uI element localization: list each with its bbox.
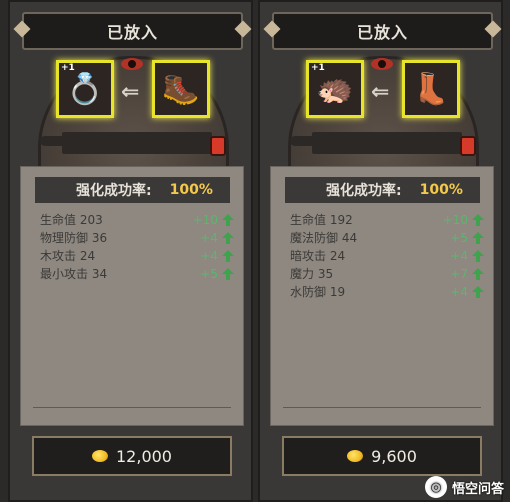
equipment-slot-main[interactable]: +1 🦔 xyxy=(306,60,364,118)
stat-name: 生命值 192 xyxy=(290,213,353,227)
stat-row: 物理防御 36 +4 xyxy=(40,229,236,247)
enhance-cost-button[interactable]: 12,000 xyxy=(32,436,232,476)
stat-bonus: +10 xyxy=(442,213,468,227)
forge-panel-right: 已放入 ⇐ +1 🦔 👢 强化成功率: 100% 生命值 192 +10 魔法防… xyxy=(258,0,503,502)
gauntlet-icon: 🥾 xyxy=(162,71,200,107)
arrow-left-icon: ⇐ xyxy=(121,80,140,105)
up-arrow-icon xyxy=(472,286,484,298)
title-ornament-left xyxy=(13,20,31,38)
divider xyxy=(283,407,481,408)
watermark: ◎ 悟空问答 xyxy=(424,476,504,498)
stat-row: 水防御 19 +4 xyxy=(290,283,486,301)
gold-coin-icon xyxy=(92,450,108,462)
anvil-icon xyxy=(290,132,462,154)
spiked-helmet-icon: 🦔 xyxy=(316,71,354,107)
title-ornament-right xyxy=(234,20,252,38)
stat-name: 水防御 19 xyxy=(290,285,346,299)
success-rate-value: 100% xyxy=(419,182,463,198)
stat-bonus: +10 xyxy=(192,213,218,227)
ring-icon: 💍 xyxy=(66,71,104,107)
boots-icon: 👢 xyxy=(412,71,450,107)
red-gem-icon xyxy=(210,136,226,156)
stat-name: 生命值 203 xyxy=(40,213,103,227)
cost-value: 12,000 xyxy=(116,446,172,466)
up-arrow-icon xyxy=(472,268,484,280)
up-arrow-icon xyxy=(472,250,484,262)
anvil-icon xyxy=(40,132,212,154)
eye-icon xyxy=(371,58,393,70)
stat-row: 魔力 35 +7 xyxy=(290,265,486,283)
eye-icon xyxy=(121,58,143,70)
item-level: +1 xyxy=(311,63,325,73)
stats-card: 强化成功率: 100% 生命值 192 +10 魔法防御 44 +5 暗攻击 2… xyxy=(270,166,494,426)
stat-row: 生命值 192 +10 xyxy=(290,211,486,229)
arrow-left-icon: ⇐ xyxy=(371,80,390,105)
up-arrow-icon xyxy=(222,268,234,280)
title-ornament-right xyxy=(484,20,502,38)
success-rate-bar: 强化成功率: 100% xyxy=(35,177,230,203)
up-arrow-icon xyxy=(222,214,234,226)
stat-bonus: +4 xyxy=(200,249,218,263)
panel-title: 已放入 xyxy=(263,12,502,50)
stat-bonus: +4 xyxy=(200,231,218,245)
stat-name: 魔法防御 44 xyxy=(290,231,358,245)
up-arrow-icon xyxy=(472,232,484,244)
stat-name: 暗攻击 24 xyxy=(290,249,346,263)
stat-bonus: +5 xyxy=(200,267,218,281)
forge-panel-left: 已放入 ⇐ +1 💍 🥾 强化成功率: 100% 生命值 203 +10 物理防… xyxy=(8,0,253,502)
divider xyxy=(33,407,231,408)
success-rate-label: 强化成功率: xyxy=(326,183,402,199)
stat-row: 木攻击 24 +4 xyxy=(40,247,236,265)
title-ornament-left xyxy=(263,20,281,38)
stat-row: 魔法防御 44 +5 xyxy=(290,229,486,247)
stat-row: 生命值 203 +10 xyxy=(40,211,236,229)
stat-name: 物理防御 36 xyxy=(40,231,108,245)
stat-list: 生命值 192 +10 魔法防御 44 +5 暗攻击 24 +4 魔力 35 +… xyxy=(290,211,486,301)
equipment-slot-material[interactable]: 👢 xyxy=(402,60,460,118)
cost-value: 9,600 xyxy=(371,446,417,466)
up-arrow-icon xyxy=(222,250,234,262)
stat-row: 暗攻击 24 +4 xyxy=(290,247,486,265)
watermark-text: 悟空问答 xyxy=(451,481,504,497)
red-gem-icon xyxy=(460,136,476,156)
stat-name: 最小攻击 34 xyxy=(40,267,108,281)
enhance-cost-button[interactable]: 9,600 xyxy=(282,436,482,476)
stat-bonus: +5 xyxy=(450,231,468,245)
stat-bonus: +7 xyxy=(450,267,468,281)
panel-title: 已放入 xyxy=(13,12,252,50)
stat-name: 魔力 35 xyxy=(290,267,334,281)
wukong-logo-icon: ◎ xyxy=(424,476,447,498)
stat-row: 最小攻击 34 +5 xyxy=(40,265,236,283)
success-rate-value: 100% xyxy=(169,182,213,198)
stat-list: 生命值 203 +10 物理防御 36 +4 木攻击 24 +4 最小攻击 34… xyxy=(40,211,236,283)
success-rate-label: 强化成功率: xyxy=(76,183,152,199)
stats-card: 强化成功率: 100% 生命值 203 +10 物理防御 36 +4 木攻击 2… xyxy=(20,166,244,426)
up-arrow-icon xyxy=(222,232,234,244)
equipment-slot-material[interactable]: 🥾 xyxy=(152,60,210,118)
stat-bonus: +4 xyxy=(450,249,468,263)
stat-bonus: +4 xyxy=(450,285,468,299)
stat-name: 木攻击 24 xyxy=(40,249,96,263)
equipment-slot-main[interactable]: +1 💍 xyxy=(56,60,114,118)
success-rate-bar: 强化成功率: 100% xyxy=(285,177,480,203)
panel-title-text: 已放入 xyxy=(106,23,158,42)
item-level: +1 xyxy=(61,63,75,73)
gold-coin-icon xyxy=(347,450,364,462)
panel-title-text: 已放入 xyxy=(356,23,408,42)
up-arrow-icon xyxy=(472,214,484,226)
